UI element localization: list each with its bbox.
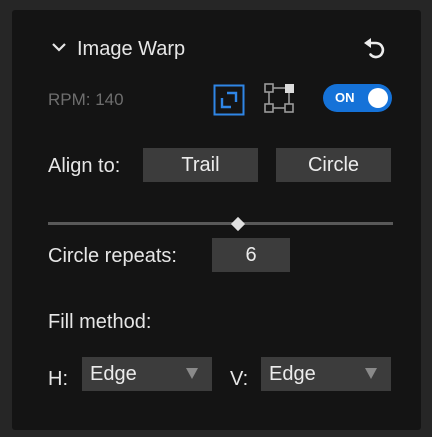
slider-track[interactable]	[48, 222, 393, 225]
slider-thumb[interactable]	[230, 216, 245, 232]
chevron-down-icon	[186, 368, 198, 379]
transform-points-icon[interactable]	[263, 81, 297, 115]
circle-repeats-input[interactable]: 6	[212, 238, 290, 272]
h-fill-select[interactable]: Edge	[82, 357, 212, 391]
chevron-down-icon[interactable]	[52, 42, 66, 52]
align-trail-button[interactable]: Trail	[143, 148, 258, 182]
h-fill-value: Edge	[90, 363, 137, 385]
toggle-label: ON	[335, 90, 355, 105]
undo-icon[interactable]	[362, 37, 388, 61]
circle-repeats-label: Circle repeats:	[48, 245, 177, 267]
chevron-down-icon	[365, 368, 377, 379]
h-label: H:	[48, 368, 68, 390]
v-label: V:	[230, 368, 249, 390]
panel-title: Image Warp	[77, 38, 186, 60]
align-label: Align to:	[48, 155, 121, 177]
toggle-knob	[368, 88, 388, 108]
enable-toggle[interactable]: ON	[323, 84, 392, 112]
window-background: Image Warp RPM: 140 ON Align to: Trail C…	[0, 0, 432, 437]
rpm-readout: RPM: 140	[48, 90, 124, 109]
fill-method-label: Fill method:	[48, 311, 152, 333]
expand-frame-icon[interactable]	[213, 84, 245, 116]
align-circle-button[interactable]: Circle	[276, 148, 391, 182]
v-fill-value: Edge	[269, 363, 316, 385]
v-fill-select[interactable]: Edge	[261, 357, 391, 391]
image-warp-panel: Image Warp RPM: 140 ON Align to: Trail C…	[12, 10, 421, 430]
